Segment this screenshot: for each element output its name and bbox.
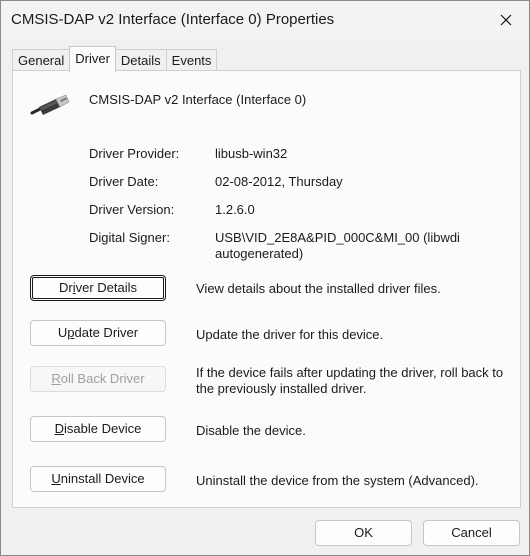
roll-back-label-post: oll Back Driver (60, 371, 145, 386)
date-value: 02-08-2012, Thursday (215, 174, 343, 189)
cancel-button[interactable]: Cancel (423, 520, 520, 546)
provider-value: libusb-win32 (215, 146, 288, 161)
properties-window: CMSIS-DAP v2 Interface (Interface 0) Pro… (0, 0, 530, 556)
disable-device-label-post: isable Device (64, 421, 142, 436)
update-driver-label-pre: U (57, 325, 68, 340)
update-driver-access-key: p (67, 325, 75, 340)
uninstall-device-button[interactable]: Uninstall Device (30, 466, 166, 492)
ok-button[interactable]: OK (315, 520, 412, 546)
usb-plug-icon (30, 94, 70, 115)
driver-details-label-pre: Dr (58, 280, 73, 295)
version-label: Driver Version: (89, 202, 175, 217)
version-value: 1.2.6.0 (215, 202, 255, 217)
roll-back-access-key: R (51, 371, 61, 386)
tab-events[interactable]: Events (165, 49, 218, 72)
roll-back-driver-button: Roll Back Driver (30, 366, 166, 392)
signer-value: USB\VID_2E8A&PID_000C&MI_00 (libwdi auto… (215, 230, 460, 261)
update-driver-desc: Update the driver for this device. (196, 327, 384, 342)
disable-device-button[interactable]: Disable Device (30, 416, 166, 442)
close-button[interactable] (483, 1, 529, 39)
tab-driver[interactable]: Driver (69, 46, 116, 72)
uninstall-device-label-post: ninstall Device (60, 471, 145, 486)
uninstall-device-access-key: U (51, 471, 61, 486)
date-label: Driver Date: (89, 174, 159, 189)
tab-general[interactable]: General (12, 49, 71, 72)
driver-details-desc: View details about the installed driver … (196, 281, 441, 296)
update-driver-button[interactable]: Update Driver (30, 320, 166, 346)
tab-details[interactable]: Details (114, 49, 167, 72)
disable-device-access-key: D (54, 421, 65, 436)
roll-back-driver-desc: If the device fails after updating the d… (196, 365, 504, 396)
driver-details-label-post: ver Details (75, 280, 138, 295)
signer-label: Digital Signer: (89, 230, 170, 245)
close-icon (500, 14, 512, 26)
driver-panel: CMSIS-DAP v2 Interface (Interface 0) Dri… (12, 70, 521, 508)
window-title: CMSIS-DAP v2 Interface (Interface 0) Pro… (11, 11, 335, 28)
uninstall-device-desc: Uninstall the device from the system (Ad… (196, 473, 479, 488)
tab-strip: General Driver Details Events (12, 46, 218, 72)
update-driver-label-post: date Driver (74, 325, 139, 340)
disable-device-desc: Disable the device. (196, 423, 306, 438)
provider-label: Driver Provider: (89, 146, 180, 161)
driver-details-button[interactable]: Driver Details (30, 275, 166, 301)
title-bar[interactable]: CMSIS-DAP v2 Interface (Interface 0) Pro… (1, 1, 529, 39)
device-name: CMSIS-DAP v2 Interface (Interface 0) (89, 92, 307, 107)
